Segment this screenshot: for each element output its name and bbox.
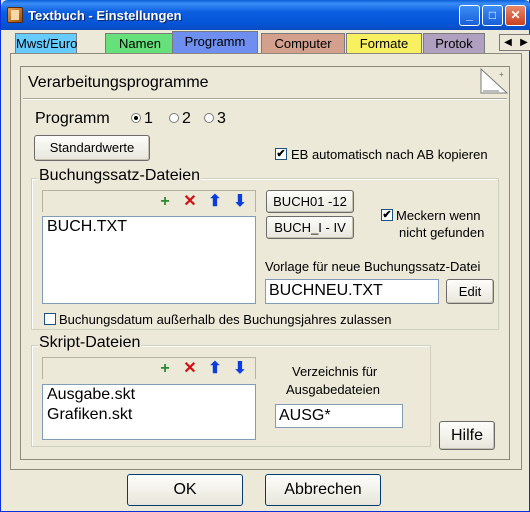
new-file-icon[interactable]: + <box>155 359 175 379</box>
abbrechen-button[interactable]: Abbrechen <box>265 474 381 506</box>
section-divider <box>23 98 507 100</box>
buchungsdatum-checkbox[interactable] <box>44 313 56 325</box>
tab-formate[interactable]: Formate <box>346 33 422 53</box>
eb-copy-checkbox[interactable]: ✔ <box>275 148 287 160</box>
new-file-icon[interactable]: + <box>155 192 175 212</box>
programm-radio-2-label: 2 <box>182 110 191 127</box>
tab-scroll-buttons: ◀ ▶ <box>499 34 530 51</box>
programm-radio-1-label: 1 <box>144 110 153 127</box>
settings-window: Textbuch - Einstellungen _ □ ✕ Mwst/Euro… <box>0 0 530 512</box>
window-title: Textbuch - Einstellungen <box>28 8 182 23</box>
buchungssatz-list[interactable]: BUCH.TXT <box>42 216 256 304</box>
vorlage-label: Vorlage für neue Buchungssatz-Datei <box>265 259 481 274</box>
tab-namen[interactable]: Namen <box>105 33 175 53</box>
tab-protok[interactable]: Protok <box>423 33 485 53</box>
arrow-down-icon[interactable]: ⬇ <box>230 359 250 379</box>
programm-radio-3[interactable] <box>204 113 214 123</box>
buchungsdatum-label: Buchungsdatum außerhalb des Buchungsjahr… <box>59 312 392 327</box>
tab-programm[interactable]: Programm <box>172 31 258 53</box>
arrow-up-icon[interactable]: ⬆ <box>205 359 225 379</box>
tab-strip: Mwst/Euro Namen Programm Computer Format… <box>13 31 530 53</box>
vorlage-input[interactable]: BUCHNEU.TXT <box>265 279 439 304</box>
tab-mwst-euro[interactable]: Mwst/Euro <box>15 33 77 53</box>
skript-toolbar: + ✕ ⬆ ⬇ <box>42 357 256 379</box>
svg-text:+: + <box>499 70 504 79</box>
minimize-button[interactable]: _ <box>459 5 480 26</box>
arrow-down-icon[interactable]: ⬇ <box>230 192 250 212</box>
meckern-label-2: nicht gefunden <box>399 225 485 240</box>
delete-icon[interactable]: ✕ <box>180 359 200 379</box>
verzeichnis-input[interactable]: AUSG* <box>275 404 403 428</box>
app-icon <box>7 7 23 23</box>
title-bar[interactable]: Textbuch - Einstellungen _ □ ✕ <box>1 0 530 30</box>
verzeichnis-label-2: Ausgabedateien <box>286 382 380 397</box>
tab-scroll-right-icon[interactable]: ▶ <box>516 35 530 50</box>
meckern-checkbox[interactable]: ✔ <box>381 209 393 221</box>
close-button[interactable]: ✕ <box>505 5 526 26</box>
buch-i-iv-button[interactable]: BUCH_I - IV <box>266 216 354 239</box>
maximize-button[interactable]: □ <box>482 5 503 26</box>
skript-list[interactable]: Ausgabe.skt Grafiken.skt <box>42 384 256 440</box>
standardwerte-button[interactable]: Standardwerte <box>34 135 150 161</box>
buchungssatz-title: Buchungssatz-Dateien <box>38 167 201 185</box>
tab-computer[interactable]: Computer <box>261 33 345 53</box>
edit-button[interactable]: Edit <box>446 279 494 304</box>
hilfe-button[interactable]: Hilfe <box>439 421 495 450</box>
verzeichnis-label-1: Verzeichnis für <box>292 364 378 379</box>
programm-radio-3-label: 3 <box>217 110 226 127</box>
tab-scroll-left-icon[interactable]: ◀ <box>500 35 516 50</box>
programm-radio-1[interactable] <box>131 113 141 123</box>
programm-label: Programm <box>35 110 110 127</box>
page-corner-icon[interactable]: + <box>479 67 509 95</box>
list-item[interactable]: Grafiken.skt <box>43 405 255 425</box>
programm-radio-2[interactable] <box>169 113 179 123</box>
list-item[interactable]: BUCH.TXT <box>43 217 255 237</box>
arrow-up-icon[interactable]: ⬆ <box>205 192 225 212</box>
ok-button[interactable]: OK <box>127 474 243 506</box>
section-title: Verarbeitungsprogramme <box>28 74 209 91</box>
meckern-label-1: Meckern wenn <box>396 208 481 223</box>
list-item[interactable]: Ausgabe.skt <box>43 385 255 405</box>
eb-copy-label: EB automatisch nach AB kopieren <box>291 147 488 162</box>
delete-icon[interactable]: ✕ <box>180 192 200 212</box>
buchungssatz-toolbar: + ✕ ⬆ ⬇ <box>42 190 256 212</box>
buch01-button[interactable]: BUCH01 -12 <box>266 190 354 213</box>
skript-title: Skript-Dateien <box>38 334 142 352</box>
